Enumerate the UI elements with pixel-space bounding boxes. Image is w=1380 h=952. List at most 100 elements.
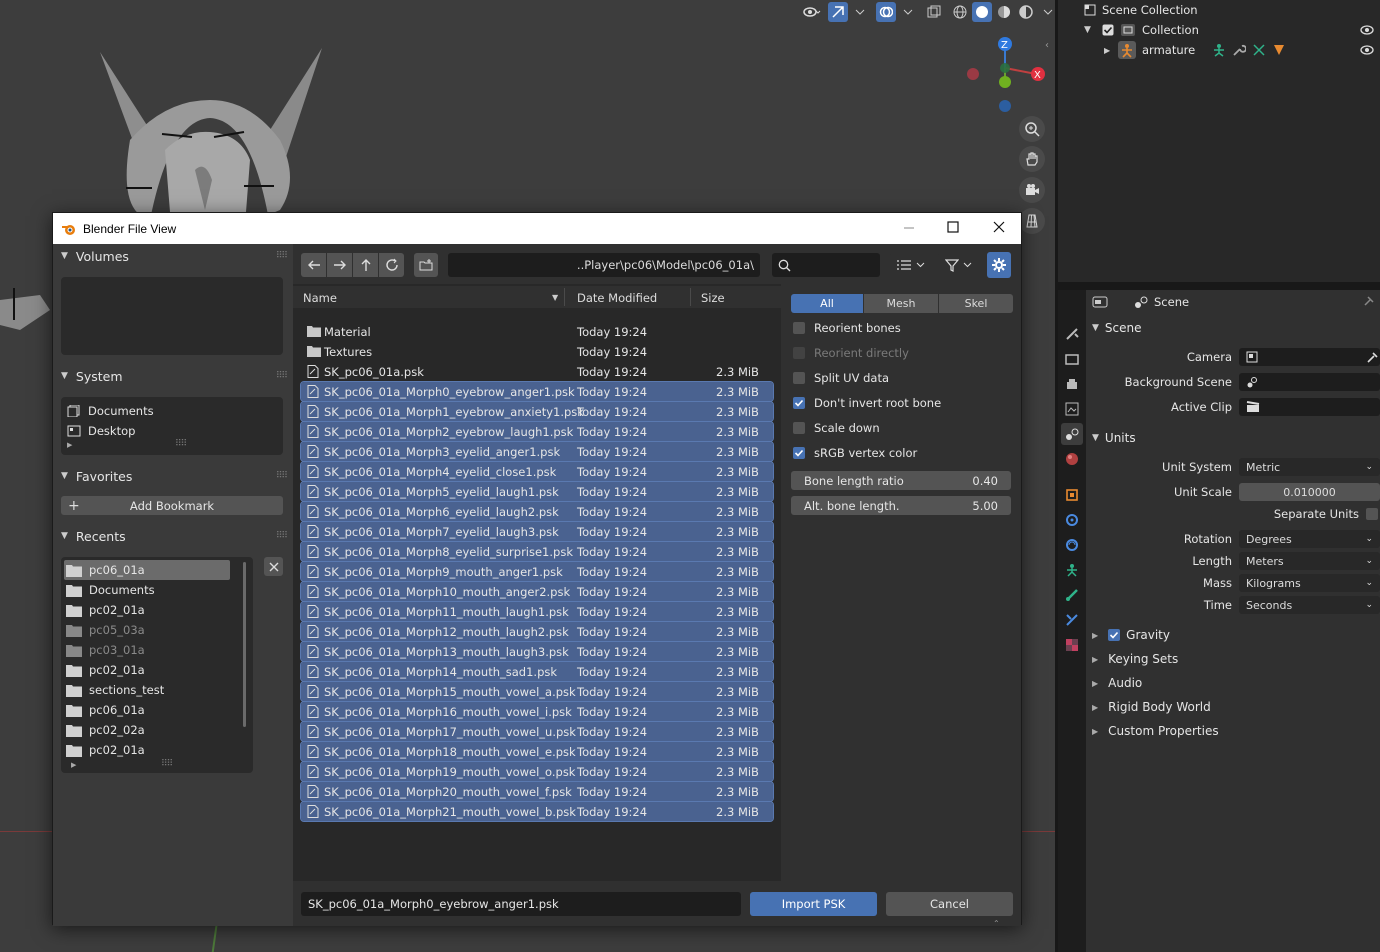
- file-row[interactable]: SK_pc06_01a_Morph0_eyebrow_anger1.psk Tod…: [300, 381, 774, 402]
- recent-item[interactable]: pc05_03a: [64, 620, 230, 640]
- resize-handle-icon[interactable]: ⌃: [993, 919, 1000, 928]
- file-row[interactable]: SK_pc06_01a_Morph2_eyebrow_laugh1.psk Tod…: [300, 421, 774, 442]
- refresh-icon[interactable]: [379, 253, 404, 277]
- system-item-documents[interactable]: Documents: [61, 401, 283, 421]
- file-row[interactable]: SK_pc06_01a_Morph18_mouth_vowel_e.psk Tod…: [300, 741, 774, 762]
- length-dropdown[interactable]: Meters ⌄: [1239, 552, 1380, 570]
- column-date-header[interactable]: Date Modified: [577, 291, 657, 305]
- checkbox-checked-icon[interactable]: [793, 447, 805, 459]
- option-checkbox-row[interactable]: Split UV data: [793, 368, 889, 388]
- favorites-panel-header[interactable]: ▼ Favorites ⠿⠿: [57, 465, 288, 487]
- overlays-toggle-icon[interactable]: [876, 2, 896, 22]
- checkbox-checked-icon[interactable]: [793, 397, 805, 409]
- view-layer-tab-icon[interactable]: [1061, 398, 1083, 420]
- background-scene-field[interactable]: [1239, 373, 1380, 391]
- recent-item[interactable]: pc02_01a: [64, 740, 230, 760]
- file-row[interactable]: SK_pc06_01a_Morph17_mouth_vowel_u.psk Tod…: [300, 721, 774, 742]
- expand-arrow-icon[interactable]: ▶: [67, 441, 72, 449]
- recent-item[interactable]: pc03_01a: [64, 640, 230, 660]
- settings-gear-icon[interactable]: [987, 252, 1011, 278]
- material-shading-icon[interactable]: [994, 2, 1014, 22]
- import-psk-button[interactable]: Import PSK: [750, 892, 877, 916]
- gravity-panel-header[interactable]: ▶ Gravity: [1092, 624, 1380, 646]
- camera-view-icon[interactable]: [1019, 177, 1045, 203]
- maximize-icon[interactable]: [947, 221, 959, 233]
- resize-handle-icon[interactable]: ⠿⠿: [175, 439, 187, 449]
- outliner-row-armature[interactable]: ▶ armature: [1058, 40, 1380, 60]
- modifier-wrench-icon[interactable]: [1232, 43, 1246, 57]
- option-checkbox-row[interactable]: sRGB vertex color: [793, 443, 917, 463]
- navigation-gizmo[interactable]: Z X: [960, 34, 1050, 118]
- gizmo-toggle-icon[interactable]: [828, 2, 848, 22]
- wireframe-shading-icon[interactable]: [950, 2, 970, 22]
- volumes-panel-header[interactable]: ▼ Volumes ⠿⠿: [57, 245, 288, 267]
- tab-skel[interactable]: Skel: [939, 294, 1013, 313]
- file-row[interactable]: SK_pc06_01a_Morph7_eyelid_laugh3.psk Toda…: [300, 521, 774, 542]
- window-titlebar[interactable]: Blender File View: [53, 213, 1021, 244]
- recents-panel-header[interactable]: ▼ Recents ⠿⠿: [57, 525, 288, 547]
- folder-row[interactable]: Material Today 19:24: [301, 322, 773, 341]
- file-row[interactable]: SK_pc06_01a_Morph6_eyelid_laugh2.psk Toda…: [300, 501, 774, 522]
- system-list[interactable]: Documents Desktop ▶ ⠿⠿: [61, 397, 283, 455]
- recent-item[interactable]: pc02_01a: [64, 660, 230, 680]
- world-tab-icon[interactable]: [1061, 448, 1083, 470]
- mass-dropdown[interactable]: Kilograms ⌄: [1239, 574, 1380, 592]
- audio-panel-header[interactable]: ▶ Audio: [1092, 672, 1380, 694]
- texture-tab-icon[interactable]: [1061, 634, 1083, 656]
- tab-mesh[interactable]: Mesh: [864, 294, 938, 313]
- display-mode-dropdown[interactable]: [890, 253, 930, 277]
- file-row[interactable]: SK_pc06_01a_Morph19_mouth_vowel_o.psk Tod…: [300, 761, 774, 782]
- custom-properties-panel-header[interactable]: ▶ Custom Properties: [1092, 720, 1380, 742]
- gizmo-dropdown-icon[interactable]: [850, 2, 870, 22]
- physics-tab-icon[interactable]: [1061, 534, 1083, 556]
- tool-tab-icon[interactable]: [1061, 323, 1083, 345]
- outliner-row-collection[interactable]: ▼ Collection: [1058, 20, 1380, 40]
- recent-item[interactable]: sections_test: [64, 680, 230, 700]
- units-panel-header[interactable]: ▼ Units: [1092, 426, 1380, 450]
- checkbox-unchecked-icon[interactable]: [793, 422, 805, 434]
- overlays-dropdown-icon[interactable]: [898, 2, 918, 22]
- file-row[interactable]: SK_pc06_01a_Morph11_mouth_laugh1.psk Toda…: [300, 601, 774, 622]
- recent-item[interactable]: Documents: [64, 580, 230, 600]
- add-bookmark-button[interactable]: + Add Bookmark: [61, 496, 283, 515]
- rendered-shading-icon[interactable]: [1016, 2, 1036, 22]
- recents-scrollbar[interactable]: [243, 562, 246, 727]
- recent-item[interactable]: pc06_01a: [64, 700, 230, 720]
- perspective-toggle-icon[interactable]: [1019, 208, 1045, 234]
- visibility-eye-icon[interactable]: [1360, 25, 1374, 35]
- file-row[interactable]: SK_pc06_01a_Morph8_eyelid_surprise1.psk T…: [300, 541, 774, 562]
- system-panel-header[interactable]: ▼ System ⠿⠿: [57, 365, 288, 387]
- outliner-row-scene-collection[interactable]: Scene Collection: [1058, 0, 1380, 20]
- modifier-tab-icon[interactable]: [1061, 509, 1083, 531]
- file-row[interactable]: SK_pc06_01a_Morph20_mouth_vowel_f.psk Tod…: [300, 781, 774, 802]
- constraint-tab-icon[interactable]: [1061, 609, 1083, 631]
- expand-arrow-icon[interactable]: ▶: [1104, 46, 1110, 55]
- forward-arrow-icon[interactable]: [327, 253, 352, 277]
- visibility-dropdown-icon[interactable]: [802, 2, 822, 22]
- checkbox-icon[interactable]: [1102, 24, 1114, 36]
- visibility-eye-icon[interactable]: [1360, 45, 1374, 55]
- file-row[interactable]: SK_pc06_01a_Morph3_eyelid_anger1.psk Toda…: [300, 441, 774, 462]
- parent-directory-icon[interactable]: [353, 253, 378, 277]
- system-item-desktop[interactable]: Desktop: [61, 421, 283, 441]
- filename-input[interactable]: SK_pc06_01a_Morph0_eyebrow_anger1.psk: [301, 892, 741, 916]
- file-row[interactable]: SK_pc06_01a_Morph12_mouth_laugh2.psk Toda…: [300, 621, 774, 642]
- gravity-checkbox[interactable]: [1108, 629, 1121, 641]
- unit-system-dropdown[interactable]: Metric ⌄: [1239, 458, 1380, 476]
- bone-length-ratio-field[interactable]: Bone length ratio 0.40: [791, 471, 1011, 490]
- object-data-tab-icon[interactable]: [1061, 559, 1083, 581]
- camera-field[interactable]: [1239, 348, 1380, 366]
- tab-all[interactable]: All: [791, 294, 863, 313]
- properties-editor[interactable]: Scene ▼ Scene Camera Background Scene Ac…: [1058, 290, 1380, 952]
- file-list[interactable]: Name ▼ Date Modified Size Material Today …: [293, 284, 781, 881]
- file-row[interactable]: SK_pc06_01a_Morph14_mouth_sad1.psk Today …: [300, 661, 774, 682]
- folder-row[interactable]: Textures Today 19:24: [301, 342, 773, 361]
- column-size-header[interactable]: Size: [701, 291, 725, 305]
- output-tab-icon[interactable]: [1061, 373, 1083, 395]
- column-name-header[interactable]: Name: [303, 291, 337, 305]
- shading-dropdown-icon[interactable]: [1038, 2, 1056, 22]
- drag-handle-icon[interactable]: ⠿⠿: [276, 251, 288, 261]
- option-checkbox-row[interactable]: Don't invert root bone: [793, 393, 941, 413]
- rotation-dropdown[interactable]: Degrees ⌄: [1239, 530, 1380, 548]
- search-field[interactable]: [772, 253, 880, 277]
